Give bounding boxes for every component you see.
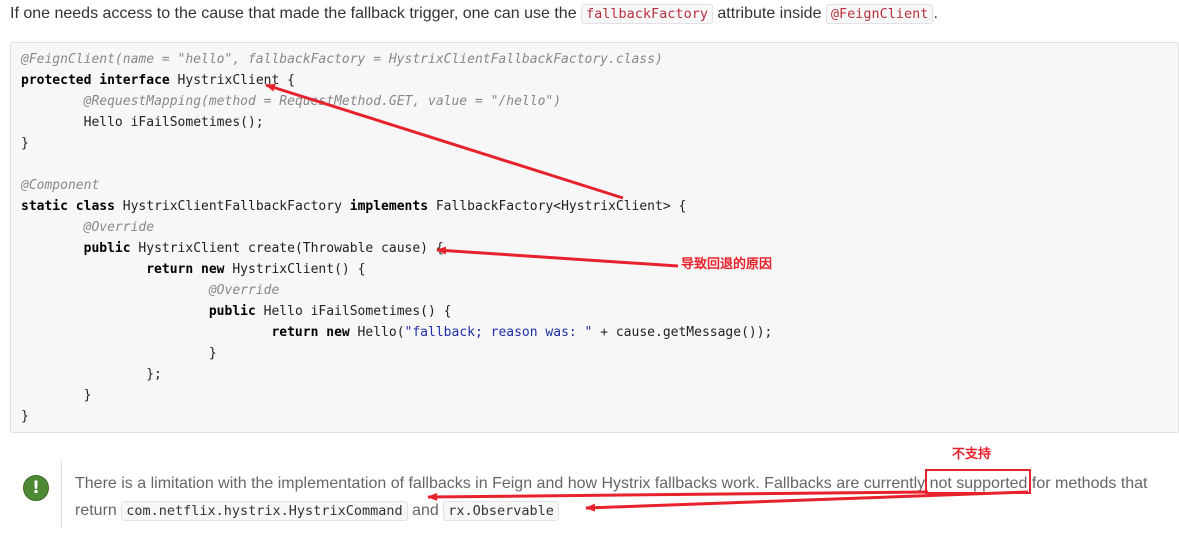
code-line: @Override — [21, 220, 154, 235]
code-line: } — [21, 388, 92, 403]
code-token: HystrixClientFallbackFactory — [114, 199, 350, 214]
code-token: HystrixClient create(Throwable cause) { — [130, 241, 444, 256]
not-supported-highlight-box — [925, 469, 1031, 494]
code-annotation: @Override — [83, 220, 155, 235]
exclamation-icon: ! — [23, 475, 49, 501]
admonition-and: and — [407, 502, 444, 519]
code-token: Hello iFailSometimes(); — [83, 115, 264, 130]
code-line: @Component — [21, 178, 99, 193]
code-keyword: public — [208, 304, 256, 319]
intro-text-middle: attribute inside — [712, 5, 826, 22]
admonition-line2-before: return — [75, 502, 122, 519]
intro-text-before: If one needs access to the cause that ma… — [10, 5, 582, 22]
code-token: HystrixClient() { — [224, 262, 366, 277]
code-keyword: return — [146, 262, 194, 277]
code-line: Hello iFailSometimes(); — [21, 115, 264, 130]
intro-text-after: . — [933, 5, 938, 22]
code-token: } — [208, 346, 217, 361]
code-token: }; — [146, 367, 162, 382]
code-line: }; — [21, 367, 162, 382]
inline-code-hystrixcommand: com.netflix.hystrix.HystrixCommand — [121, 501, 408, 521]
code-annotation: @FeignClient(name = "hello", fallbackFac… — [21, 52, 663, 67]
code-token: } — [21, 409, 29, 424]
code-annotation: @Override — [208, 283, 280, 298]
code-keyword: new — [326, 325, 350, 340]
code-line: protected interface HystrixClient { — [21, 73, 295, 88]
inline-code-observable: rx.Observable — [443, 501, 559, 521]
unsupported-annotation-label: 不支持 — [952, 447, 992, 462]
inline-code-feignclient: @FeignClient — [825, 4, 934, 24]
code-line: return new HystrixClient() { — [21, 262, 365, 277]
code-token: + cause.getMessage()); — [592, 325, 773, 340]
inline-code-fallbackfactory: fallbackFactory — [581, 4, 713, 24]
code-keyword: class — [75, 199, 115, 214]
code-keyword: implements — [349, 199, 429, 214]
code-token: } — [21, 136, 29, 151]
admonition-divider — [61, 462, 62, 528]
code-keyword: static — [21, 199, 68, 214]
code-block: @FeignClient(name = "hello", fallbackFac… — [10, 42, 1179, 433]
code-line: } — [21, 136, 29, 151]
code-line: @Override — [21, 283, 279, 298]
code-keyword: protected — [21, 73, 92, 88]
code-token: Hello iFailSometimes() { — [255, 304, 452, 319]
code-line: } — [21, 346, 217, 361]
code-line: static class HystrixClientFallbackFactor… — [21, 199, 686, 214]
admonition-line1-after: for methods that — [1027, 475, 1148, 492]
code-line: @RequestMapping(method = RequestMethod.G… — [21, 94, 561, 109]
code-line: public HystrixClient create(Throwable ca… — [21, 241, 444, 256]
code-keyword: public — [83, 241, 131, 256]
code-line: @FeignClient(name = "hello", fallbackFac… — [21, 52, 663, 67]
code-listing: @FeignClient(name = "hello", fallbackFac… — [21, 49, 772, 427]
code-token: FallbackFactory<HystrixClient> { — [428, 199, 687, 214]
code-line: return new Hello("fallback; reason was: … — [21, 325, 772, 340]
code-token: HystrixClient { — [169, 73, 295, 88]
code-annotation: @Component — [21, 178, 100, 193]
code-line: public Hello iFailSometimes() { — [21, 304, 452, 319]
code-token: } — [83, 388, 92, 403]
code-keyword: return — [271, 325, 319, 340]
code-line: } — [21, 409, 29, 424]
intro-paragraph: If one needs access to the cause that ma… — [10, 3, 938, 25]
code-keyword: new — [201, 262, 225, 277]
code-token: Hello( — [349, 325, 405, 340]
code-annotation: @RequestMapping(method = RequestMethod.G… — [83, 94, 562, 109]
admonition-line1-before: There is a limitation with the implement… — [75, 475, 930, 492]
code-keyword: interface — [99, 73, 170, 88]
code-string: "fallback; reason was: " — [404, 325, 593, 340]
cause-annotation-label: 导致回退的原因 — [681, 257, 773, 272]
